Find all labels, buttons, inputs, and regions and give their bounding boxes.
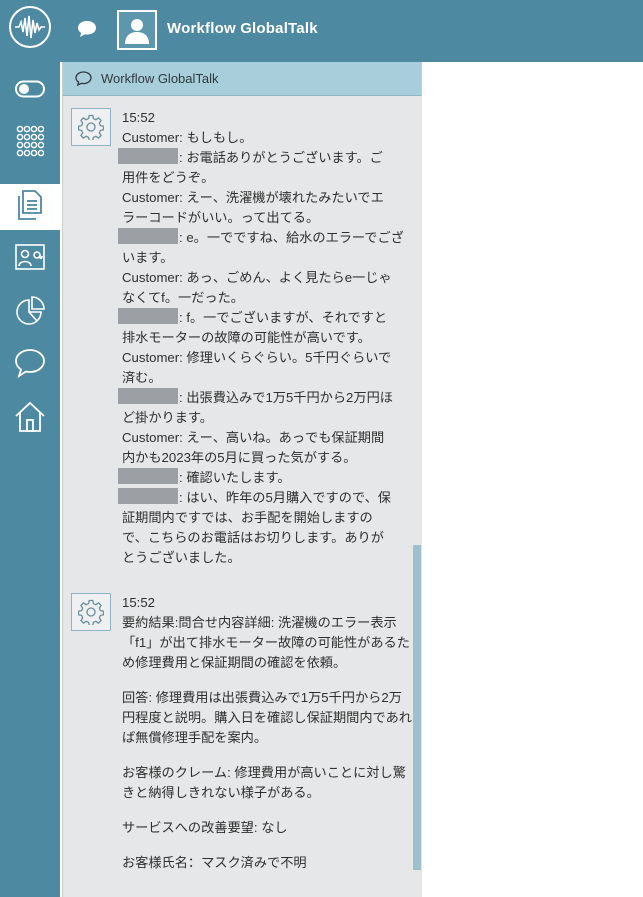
message-time: 15:52 [122, 110, 156, 125]
transcript-line-text: なくてf。一だった。 [122, 290, 244, 305]
summary-paragraph: 要約結果:問合せ内容詳細: 洗濯機のエラー表示「f1」が出て排水モーター故障の可… [122, 615, 410, 670]
transcript-line: 証期間内ですでは、お手配を開始しますの [122, 508, 412, 528]
transcript-line-text: ラーコードがいい。って出てる。 [122, 210, 320, 225]
summary-paragraph: 回答: 修理費用は出張費込みで1万5千円から2万円程度と説明。購入日を確認し保証… [122, 690, 412, 745]
top-bar: Workflow GlobalTalk [0, 0, 643, 62]
transcript-line-text: : 出張費込みで1万5千円から2万円ほ [179, 390, 393, 405]
transcript-line-text: : はい、昨年の5月購入ですので、保 [179, 490, 391, 505]
transcript-line: Customer: もしもし。 [122, 128, 412, 148]
transcript-line: Customer: えー、洗濯機が壊れたみたいでエ [122, 188, 412, 208]
waveform-logo-icon[interactable] [9, 6, 51, 48]
sidebar [0, 62, 60, 897]
transcript-line: Customer: あっ、ごめん、よく見たらe一じゃ [122, 268, 412, 288]
user-avatar-icon[interactable] [117, 10, 157, 50]
sidebar-item-reports[interactable] [0, 290, 60, 336]
transcript-line: 内かも2023年の5月に買った気がする。 [122, 448, 412, 468]
transcript-line: とうございました。 [122, 548, 412, 568]
dialpad-icon [16, 125, 45, 161]
pie-chart-icon [15, 296, 45, 330]
documents-icon [17, 190, 43, 224]
transcript-line-text: : e。一でですね、給水のエラーでござ [179, 230, 404, 245]
chat-panel: Workflow GlobalTalk 15:52 Customer: もしもし… [62, 62, 422, 897]
chat-bubble-icon [14, 348, 46, 382]
transcript-line: : e。一でですね、給水のエラーでござ [118, 228, 412, 248]
sidebar-item-dialpad[interactable] [0, 120, 60, 166]
sidebar-item-chat[interactable] [0, 342, 60, 388]
transcript-line-text: います。 [122, 250, 174, 265]
transcript-line: なくてf。一だった。 [122, 288, 412, 308]
transcript-line: 用件をどうぞ。 [122, 168, 412, 188]
gear-icon [71, 108, 111, 146]
redacted-name-block [118, 148, 178, 164]
gear-icon [71, 593, 111, 631]
sidebar-item-documents[interactable] [0, 184, 60, 230]
redacted-name-block [118, 308, 178, 324]
summary-paragraph: お客様氏名：マスク済みで不明 [122, 855, 307, 870]
speech-bubble-icon [75, 71, 92, 86]
transcript-line-text: : f。一でございますが、それですと [179, 310, 388, 325]
transcript-line: 済む。 [122, 368, 412, 388]
transcript-line-text: Customer: 修理いくらぐらい。5千円ぐらいで [122, 350, 392, 365]
summary-paragraph: お客様のクレーム: 修理費用が高いことに対し驚きと納得しきれない様子がある。 [122, 765, 406, 800]
panel-title: Workflow GlobalTalk [101, 71, 219, 86]
transcript-line-text: 済む。 [122, 370, 162, 385]
scrollbar-thumb[interactable] [413, 545, 421, 870]
transcript-line-text: で、こちらのお電話はお切りします。ありが [122, 530, 384, 545]
transcript-line-text: 証期間内ですでは、お手配を開始しますの [122, 510, 373, 525]
chat-icon[interactable] [77, 20, 97, 42]
app-title: Workflow GlobalTalk [167, 20, 318, 37]
message-body: 15:52 Customer: もしもし。 : お電話ありがとうございます。ご用件… [118, 108, 412, 568]
transcript-line-text: Customer: あっ、ごめん、よく見たらe一じゃ [122, 270, 392, 285]
redacted-name-block [118, 488, 178, 504]
transcript-line-text: : お電話ありがとうございます。ご [179, 150, 383, 165]
transcript-line: ラーコードがいい。って出てる。 [122, 208, 412, 228]
home-icon [14, 401, 46, 437]
redacted-name-block [118, 388, 178, 404]
summary-paragraph: サービスへの改善要望: なし [122, 820, 288, 835]
transcript-line: : お電話ありがとうございます。ご [118, 148, 412, 168]
message-body: 15:52 要約結果:問合せ内容詳細: 洗濯機のエラー表示「f1」が出て排水モー… [122, 593, 412, 888]
transcript-line: で、こちらのお電話はお切りします。ありが [122, 528, 412, 548]
transcript-line: 排水モーターの故障の可能性が高いです。 [122, 328, 412, 348]
transcript-line-text: Customer: えー、高いね。あっでも保証期間 [122, 430, 385, 445]
transcript-line-text: 用件をどうぞ。 [122, 170, 215, 185]
contact-card-icon [15, 244, 45, 274]
transcript-line-text: Customer: もしもし。 [122, 130, 253, 145]
transcript-line: Customer: 修理いくらぐらい。5千円ぐらいで [122, 348, 412, 368]
transcript-line-text: ど掛かります。 [122, 410, 213, 425]
transcript-line: ど掛かります。 [122, 408, 412, 428]
transcript-line: います。 [122, 248, 412, 268]
sidebar-item-contact[interactable] [0, 236, 60, 282]
panel-header: Workflow GlobalTalk [63, 62, 421, 96]
transcript-line-text: 内かも2023年の5月に買った気がする。 [122, 450, 357, 465]
transcript-line: : 確認いたします。 [118, 468, 412, 488]
sidebar-item-toggle[interactable] [0, 68, 60, 114]
transcript-line: : 出張費込みで1万5千円から2万円ほ [118, 388, 412, 408]
transcript-line-text: 排水モーターの故障の可能性が高いです。 [122, 330, 371, 345]
transcript-line: : f。一でございますが、それですと [118, 308, 412, 328]
transcript-line: Customer: えー、高いね。あっでも保証期間 [122, 428, 412, 448]
transcript-line-text: とうございました。 [122, 550, 241, 565]
redacted-name-block [118, 468, 178, 484]
transcript-line-text: Customer: えー、洗濯機が壊れたみたいでエ [122, 190, 384, 205]
redacted-name-block [118, 228, 178, 244]
message-time: 15:52 [122, 595, 156, 610]
toggle-icon [15, 80, 45, 102]
transcript-lines: Customer: もしもし。 : お電話ありがとうございます。ご用件をどうぞ。 C… [118, 128, 412, 568]
sidebar-item-home[interactable] [0, 396, 60, 442]
transcript-line: : はい、昨年の5月購入ですので、保 [118, 488, 412, 508]
transcript-line-text: : 確認いたします。 [179, 470, 291, 485]
